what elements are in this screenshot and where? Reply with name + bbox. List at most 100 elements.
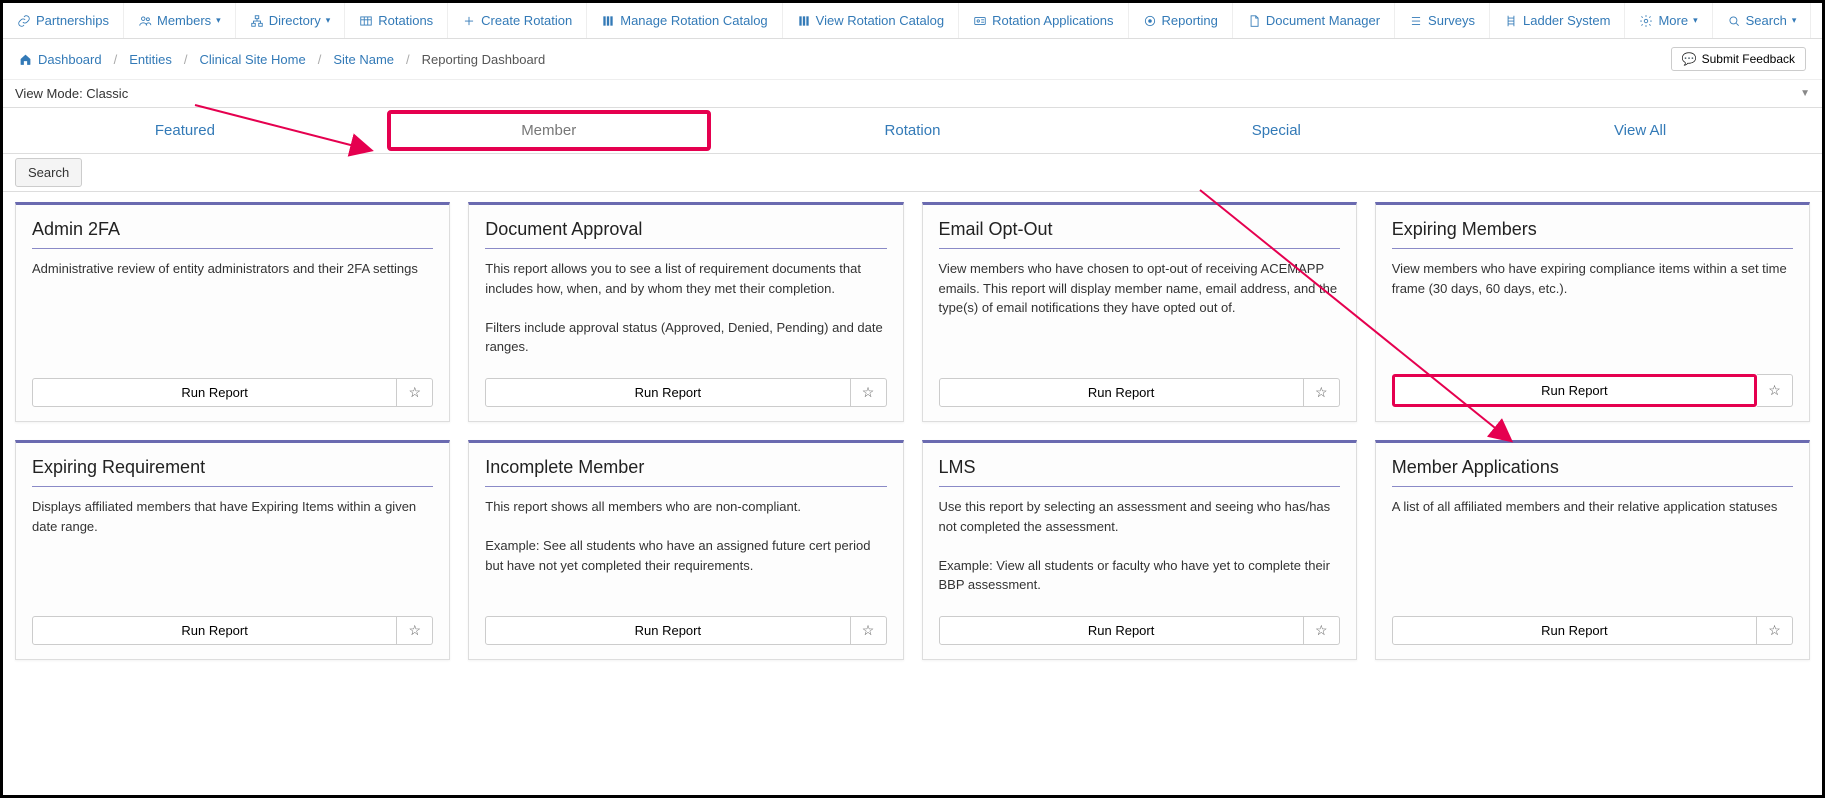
nav-label: Surveys [1428,13,1475,28]
breadcrumb-row: Dashboard/Entities/Clinical Site Home/Si… [3,39,1822,80]
submit-feedback-button[interactable]: 💬 Submit Feedback [1671,47,1806,71]
nav-label: Members [157,13,211,28]
tab-special[interactable]: Special [1094,108,1458,153]
favorite-button[interactable]: ☆ [397,378,433,407]
tab-featured[interactable]: Featured [3,108,367,153]
run-report-button[interactable]: Run Report [485,616,850,645]
plus-icon [462,14,476,28]
nav-partnerships[interactable]: Partnerships [3,3,124,38]
ladder-icon [1504,14,1518,28]
feedback-label: Submit Feedback [1702,52,1795,66]
run-report-button[interactable]: Run Report [32,378,397,407]
nav-rotation-applications[interactable]: Rotation Applications [959,3,1128,38]
nav-label: Ladder System [1523,13,1610,28]
tab-member[interactable]: Member [367,108,731,153]
top-nav: PartnershipsMembers▾Directory▾RotationsC… [3,3,1822,39]
target-icon [1143,14,1157,28]
star-icon: ☆ [1315,622,1328,639]
chevron-down-icon: ▾ [326,15,331,26]
card-description: This report shows all members who are no… [485,497,886,604]
books-icon [797,14,811,28]
report-card-member-applications: Member ApplicationsA list of all affilia… [1375,440,1810,660]
card-title: Expiring Members [1392,219,1793,249]
nav-reporting[interactable]: Reporting [1129,3,1233,38]
star-icon: ☆ [862,622,875,639]
run-report-button[interactable]: Run Report [1392,374,1757,407]
search-button[interactable]: Search [15,158,82,187]
card-title: Email Opt-Out [939,219,1340,249]
card-description: Use this report by selecting an assessme… [939,497,1340,604]
search-row: Search [3,154,1822,192]
star-icon: ☆ [1768,382,1781,399]
breadcrumb-link[interactable]: Site Name [333,52,394,67]
card-title: Document Approval [485,219,886,249]
report-card-lms: LMSUse this report by selecting an asses… [922,440,1357,660]
favorite-button[interactable]: ☆ [1757,374,1793,407]
favorite-button[interactable]: ☆ [851,616,887,645]
report-tabs: FeaturedMemberRotationSpecialView All [3,108,1822,154]
chevron-down-icon: ▼ [1800,88,1810,99]
nav-view-rotation-catalog[interactable]: View Rotation Catalog [783,3,959,38]
card-actions: Run Report☆ [485,378,886,407]
report-card-admin-2fa: Admin 2FAAdministrative review of entity… [15,202,450,422]
report-card-email-opt-out: Email Opt-OutView members who have chose… [922,202,1357,422]
favorite-button[interactable]: ☆ [397,616,433,645]
tab-view-all[interactable]: View All [1458,108,1822,153]
card-description: Displays affiliated members that have Ex… [32,497,433,604]
idcard-icon [973,14,987,28]
favorite-button[interactable]: ☆ [1304,616,1340,645]
breadcrumb-link[interactable]: Dashboard [38,52,102,67]
card-actions: Run Report ☆ [1392,374,1793,407]
report-cards-grid: Admin 2FAAdministrative review of entity… [3,192,1822,670]
chat-icon: 💬 [1682,52,1697,66]
breadcrumb-link[interactable]: Entities [129,52,172,67]
search-icon [1727,14,1741,28]
chevron-down-icon: ▾ [1792,15,1797,26]
run-report-button[interactable]: Run Report [939,378,1304,407]
nav-more[interactable]: More▾ [1625,3,1712,38]
card-title: Expiring Requirement [32,457,433,487]
favorite-button[interactable]: ☆ [1757,616,1793,645]
card-actions: Run Report ☆ [485,616,886,645]
favorite-button[interactable]: ☆ [1304,378,1340,407]
tab-rotation[interactable]: Rotation [731,108,1095,153]
run-report-button[interactable]: Run Report [485,378,850,407]
table-icon [359,14,373,28]
nav-directory[interactable]: Directory▾ [236,3,346,38]
gear-icon [1639,14,1653,28]
card-title: Incomplete Member [485,457,886,487]
nav-label: Partnerships [36,13,109,28]
nav-label: More [1658,13,1688,28]
nav-label: Document Manager [1266,13,1380,28]
report-card-expiring-members: Expiring MembersView members who have ex… [1375,202,1810,422]
nav-search[interactable]: Search▾ [1713,3,1812,38]
nav-members[interactable]: Members ▾ [124,3,236,38]
nav-surveys[interactable]: Surveys [1395,3,1490,38]
favorite-button[interactable]: ☆ [851,378,887,407]
sitemap-icon [250,14,264,28]
card-description: This report allows you to see a list of … [485,259,886,366]
chevron-down-icon: ▾ [216,15,221,26]
card-actions: Run Report ☆ [939,616,1340,645]
card-description: A list of all affiliated members and the… [1392,497,1793,604]
card-actions: Run Report☆ [32,378,433,407]
breadcrumb-link[interactable]: Clinical Site Home [200,52,306,67]
breadcrumb-current: Reporting Dashboard [422,52,546,67]
card-description: Administrative review of entity administ… [32,259,433,366]
nav-rotations[interactable]: Rotations [345,3,448,38]
list-icon [1409,14,1423,28]
run-report-button[interactable]: Run Report [1392,616,1757,645]
star-icon: ☆ [408,622,421,639]
run-report-button[interactable]: Run Report [32,616,397,645]
nav-ladder-system[interactable]: Ladder System [1490,3,1625,38]
view-mode-selector[interactable]: View Mode: Classic ▼ [3,80,1822,108]
nav-manage-rotation-catalog[interactable]: Manage Rotation Catalog [587,3,782,38]
run-report-button[interactable]: Run Report [939,616,1304,645]
card-actions: Run Report☆ [939,378,1340,407]
users-icon [138,14,152,28]
card-actions: Run Report☆ [1392,616,1793,645]
breadcrumb: Dashboard/Entities/Clinical Site Home/Si… [19,52,545,67]
nav-label: Manage Rotation Catalog [620,13,767,28]
nav-create-rotation[interactable]: Create Rotation [448,3,587,38]
nav-document-manager[interactable]: Document Manager [1233,3,1395,38]
